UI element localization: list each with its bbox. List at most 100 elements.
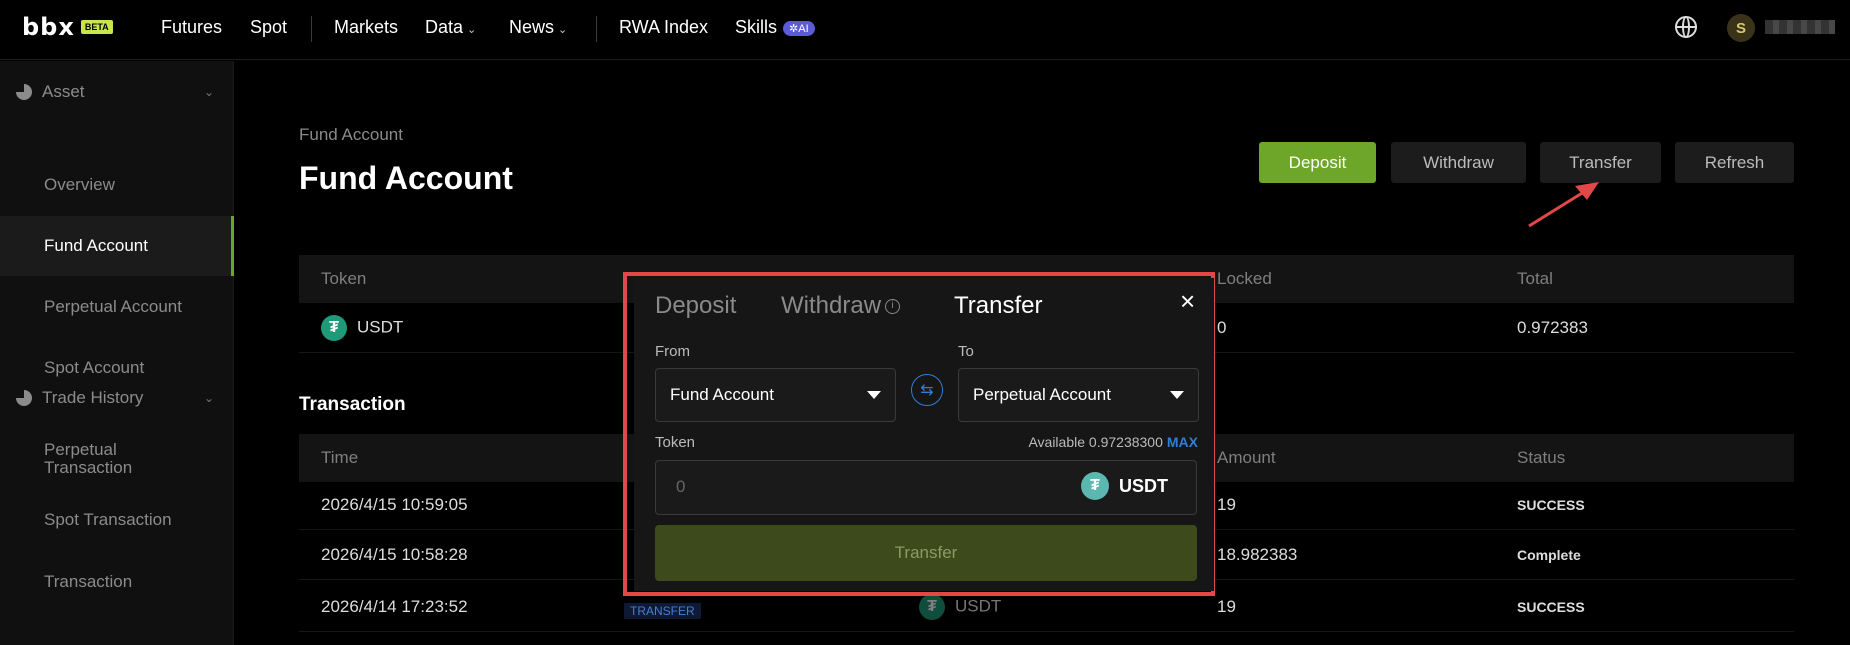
token-name: USDT (955, 595, 1002, 615)
sidebar-item-label: Overview (44, 175, 115, 194)
token-symbol: USDT (1119, 475, 1168, 496)
status-badge: Complete (1517, 546, 1581, 563)
status-badge: SUCCESS (1517, 598, 1585, 615)
username-redacted[interactable] (1765, 20, 1835, 34)
column-header-locked: Locked (1217, 269, 1272, 288)
from-account-value: Fund Account (670, 385, 774, 404)
to-label: To (958, 343, 974, 360)
chevron-down-icon: ⌄ (203, 85, 214, 99)
transfer-button[interactable]: Transfer (1540, 142, 1661, 183)
withdraw-button[interactable]: Withdraw (1391, 142, 1526, 183)
status-badge: SUCCESS (1517, 496, 1585, 513)
nav-skills[interactable]: Skills ✲AI (735, 17, 815, 38)
sidebar: Asset ⌄ Overview Fund Account Perpetual … (0, 61, 234, 645)
chevron-down-icon: ⌄ (467, 24, 477, 36)
nav-news[interactable]: News ⌄ (509, 17, 567, 38)
amount-placeholder: 0 (676, 477, 686, 496)
tether-icon: ₮ (321, 314, 347, 341)
sidebar-item-label: Perpetual Account (44, 297, 182, 316)
beta-badge: BETA (80, 20, 113, 34)
amount-cell: 18.982383 (1217, 544, 1298, 564)
sidebar-group-label: Trade History (42, 388, 144, 407)
time-cell: 2026/4/14 17:23:52 (321, 596, 468, 616)
to-account-value: Perpetual Account (973, 385, 1111, 404)
sidebar-item-label: Spot Transaction (44, 510, 172, 529)
nav-markets[interactable]: Markets (334, 17, 398, 38)
sidebar-item-perpetual-account[interactable]: Perpetual Account (0, 277, 234, 337)
nav-divider (596, 16, 597, 42)
sidebar-group-trade-history[interactable]: Trade History ⌄ (0, 378, 234, 418)
logo[interactable]: bbx BETA (22, 13, 113, 41)
nav-rwa-index[interactable]: RWA Index (619, 17, 708, 38)
sidebar-item-fund-account[interactable]: Fund Account (0, 216, 234, 276)
swap-icon[interactable]: ⇆ (911, 374, 943, 406)
sidebar-item-spot-transaction[interactable]: Spot Transaction (0, 490, 234, 550)
avatar[interactable]: S (1727, 14, 1755, 42)
transfer-submit-button[interactable]: Transfer (655, 525, 1197, 581)
column-header-time: Time (321, 448, 359, 467)
page-title: Fund Account (299, 160, 513, 196)
locked-cell: 0 (1217, 317, 1227, 337)
globe-icon[interactable] (1675, 16, 1697, 38)
column-header-token: Token (321, 269, 367, 288)
max-button[interactable]: MAX (1167, 434, 1198, 450)
column-header-amount: Amount (1217, 448, 1276, 467)
chevron-down-icon: ⌄ (558, 24, 568, 36)
from-account-select[interactable]: Fund Account (655, 368, 896, 422)
token-selector[interactable]: ₮ USDT (1081, 472, 1168, 500)
annotation-arrow-icon (1528, 182, 1599, 228)
sidebar-item-perpetual-transaction[interactable]: Perpetual Transaction (0, 429, 190, 489)
tether-icon: ₮ (919, 593, 945, 620)
nav-data[interactable]: Data ⌄ (425, 17, 476, 38)
info-icon[interactable]: i (885, 299, 901, 315)
nav-data-label: Data (425, 17, 464, 37)
chevron-down-icon: ⌄ (203, 391, 214, 405)
token-cell: ₮ USDT (919, 593, 1002, 620)
nav-futures[interactable]: Futures (161, 17, 222, 38)
total-cell: 0.972383 (1517, 317, 1588, 337)
nav-spot[interactable]: Spot (250, 17, 287, 38)
close-icon[interactable]: × (1180, 286, 1195, 317)
to-account-select[interactable]: Perpetual Account (958, 368, 1199, 422)
sidebar-item-label: Spot Account (44, 358, 145, 377)
time-cell: 2026/4/15 10:59:05 (321, 494, 468, 514)
token-label: Token (655, 434, 696, 451)
refresh-button[interactable]: Refresh (1675, 142, 1794, 183)
amount-input[interactable]: 0 ₮ USDT (655, 460, 1197, 515)
nav-divider (311, 16, 312, 42)
type-tag: TRANSFER (624, 603, 701, 619)
logo-mark: bbx (22, 13, 75, 41)
token-name: USDT (357, 316, 404, 336)
sidebar-item-label: Perpetual Transaction (44, 440, 133, 477)
tab-deposit[interactable]: Deposit (655, 292, 736, 320)
breadcrumb: Fund Account (299, 125, 403, 144)
tab-withdraw[interactable]: Withdraw i (781, 292, 901, 320)
sidebar-item-label: Fund Account (44, 236, 148, 255)
tab-transfer[interactable]: Transfer (954, 292, 1042, 320)
available-balance: Available 0.97238300 MAX (1028, 434, 1198, 450)
amount-cell: 19 (1217, 494, 1236, 514)
time-cell: 2026/4/15 10:58:28 (321, 544, 468, 564)
available-label: Available (1028, 434, 1086, 450)
sidebar-item-transaction[interactable]: Transaction (0, 552, 234, 612)
sidebar-item-label: Transaction (44, 572, 133, 591)
column-header-total: Total (1517, 269, 1553, 288)
nav-news-label: News (509, 17, 555, 37)
pie-chart-icon (16, 84, 32, 100)
amount-cell: 19 (1217, 596, 1236, 616)
tether-icon: ₮ (1081, 472, 1109, 500)
token-cell: ₮ USDT (321, 314, 404, 341)
sidebar-item-overview[interactable]: Overview (0, 155, 234, 215)
caret-down-icon (867, 391, 881, 399)
transaction-section-title: Transaction (299, 394, 406, 415)
transfer-modal: Deposit Withdraw i Transfer × From To Fun… (634, 278, 1214, 591)
tab-withdraw-label: Withdraw (781, 292, 882, 319)
ai-badge-label: AI (798, 22, 809, 35)
ai-badge: ✲AI (783, 20, 815, 36)
sidebar-group-asset[interactable]: Asset ⌄ (0, 72, 234, 112)
from-label: From (655, 343, 690, 360)
available-value: 0.97238300 (1088, 434, 1163, 450)
caret-down-icon (1170, 391, 1184, 399)
sidebar-group-label: Asset (42, 82, 85, 101)
deposit-button[interactable]: Deposit (1259, 142, 1376, 183)
